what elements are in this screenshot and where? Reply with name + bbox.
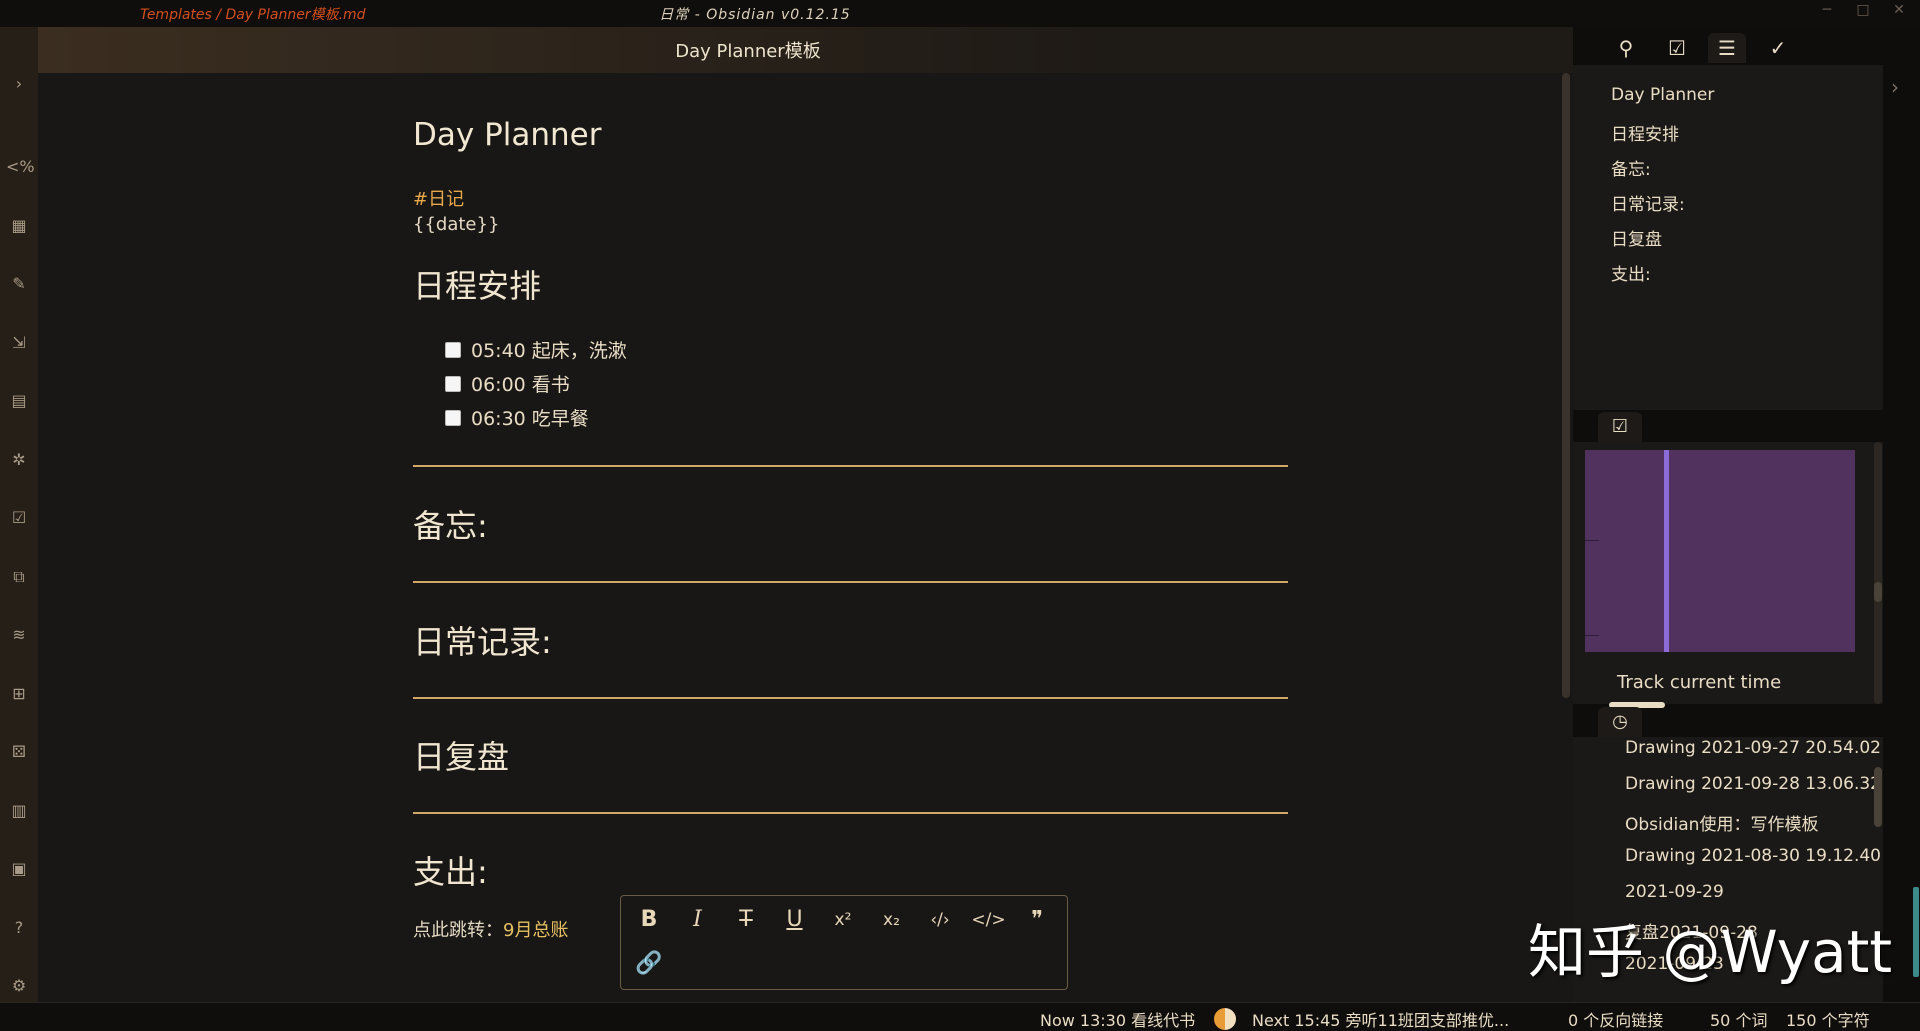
dice-icon[interactable]: ⚄ (6, 739, 32, 765)
bold-button[interactable]: B (629, 902, 669, 938)
divider (413, 581, 1288, 583)
help-icon[interactable]: ? (6, 915, 32, 941)
now-task[interactable]: Now 13:30 看线代书 (1040, 1007, 1195, 1031)
right-sidebar: ⚲ ☑ ☰ ✓ Day Planner 日程安排 备忘: 日常记录: 日复盘 支… (1573, 27, 1920, 1002)
heading-review: 日复盘 (413, 738, 510, 776)
task-item[interactable]: 06:30 吃早餐 (445, 404, 589, 431)
graph-icon[interactable]: ✲ (6, 447, 32, 473)
close-button[interactable]: ✕ (1884, 2, 1914, 18)
link-button[interactable]: 🔗 (629, 946, 669, 982)
image-icon[interactable]: ▣ (6, 856, 32, 882)
task-checkbox[interactable] (445, 342, 461, 358)
next-task[interactable]: Next 15:45 旁听11班团支部推优... (1252, 1007, 1509, 1031)
task-item[interactable]: 05:40 起床，洗漱 (445, 336, 627, 363)
calendar-check-icon[interactable]: ☑ (6, 505, 32, 531)
task-item[interactable]: 06:00 看书 (445, 370, 570, 397)
copy-icon[interactable]: ⧉ (6, 564, 32, 590)
editor-header: Day Planner模板 (38, 27, 1573, 73)
heading-schedule: 日程安排 (413, 267, 542, 305)
tag-search-icon[interactable]: ⚲ (1607, 33, 1645, 63)
heading-daily-log: 日常记录: (413, 623, 552, 661)
settings-icon[interactable]: ⚙ (6, 973, 32, 999)
progress-pie-icon (1214, 1008, 1236, 1030)
tasks-check-icon[interactable]: ✓ (1759, 33, 1797, 63)
current-time-line (1664, 450, 1669, 652)
editor-scrollbar[interactable] (1562, 73, 1570, 698)
day-planner-calendar-icon[interactable]: ☑ (1598, 412, 1642, 442)
templater-icon[interactable]: <% (6, 154, 35, 180)
divider (413, 812, 1288, 814)
subscript-button[interactable]: x₂ (872, 902, 912, 938)
code-block-button[interactable]: </> (969, 902, 1009, 938)
timeline-tick (1585, 635, 1599, 636)
watermark: 知乎 @Wyatt (1528, 918, 1893, 986)
divider (413, 697, 1288, 699)
calendar-icon[interactable]: ☑ (1658, 33, 1696, 63)
minimize-button[interactable]: ─ (1812, 2, 1842, 18)
expand-sidebar-icon[interactable]: › (6, 71, 32, 97)
window-title: 日常 - Obsidian v0.12.15 (659, 7, 851, 23)
edge-indicator (1913, 887, 1919, 977)
jump-line: 点此跳转：9月总账 (413, 920, 569, 941)
task-checkbox[interactable] (445, 410, 461, 426)
task-checkbox[interactable] (445, 376, 461, 392)
timeline-scrollbar[interactable] (1874, 442, 1882, 704)
char-count: 150 个字符 (1786, 1011, 1870, 1030)
note-icon[interactable]: ▤ (6, 388, 32, 414)
recent-file-item[interactable]: Drawing 2021-09-28 13.06.32 (1625, 774, 1881, 794)
backlinks-count[interactable]: 0 个反向链接 (1568, 1007, 1663, 1031)
outline-item[interactable]: 备忘: (1611, 155, 1651, 180)
divider (413, 465, 1288, 467)
left-ribbon: › <% ▦ ✎ ⇲ ▤ ✲ ☑ ⧉ ≋ ⊞ ⚄ ▥ ▣? ⚙ (0, 27, 38, 1002)
kanban-icon[interactable]: ▥ (6, 798, 32, 824)
right-sidebar-tabs: ⚲ ☑ ☰ ✓ (1573, 27, 1883, 65)
recent-file-item[interactable]: Obsidian使用：写作模板 (1625, 810, 1818, 835)
recent-files-clock-icon[interactable]: ◷ (1598, 707, 1642, 737)
underline-button[interactable]: U (775, 902, 815, 938)
open-arrow-icon[interactable]: ⇲ (6, 330, 32, 356)
track-current-time-label: Track current time (1617, 672, 1782, 693)
word-count: 50 个词 (1710, 1011, 1768, 1030)
editor-pane[interactable]: Day Planner #日记 {{date}} 日程安排 05:40 起床，洗… (38, 73, 1573, 1002)
note-title: Day Planner模板 (675, 41, 821, 62)
date-placeholder: {{date}} (413, 214, 500, 235)
stack-icon[interactable]: ≋ (6, 622, 32, 648)
window-titlebar: Templates / Day Planner模板.md 日常 - Obsidi… (0, 0, 1920, 27)
timeline-tick (1585, 540, 1599, 541)
format-toolbar: B I T Ux² x₂ ‹/› </> ❞ 🔗 (620, 895, 1068, 990)
superscript-button[interactable]: x² (823, 902, 863, 938)
status-bar: Now 13:30 看线代书 Next 15:45 旁听11班团支部推优... … (0, 1002, 1920, 1031)
table-icon[interactable]: ▦ (6, 213, 32, 239)
collapse-right-sidebar-icon[interactable]: › (1891, 75, 1899, 99)
heading-day-planner: Day Planner (413, 117, 602, 153)
tag-link[interactable]: #日记 (413, 185, 464, 211)
quote-button[interactable]: ❞ (1017, 902, 1057, 938)
blocks-icon[interactable]: ⊞ (6, 681, 32, 707)
recent-file-item[interactable]: Drawing 2021-08-30 19.12.40 (1625, 846, 1881, 866)
inline-code-button[interactable]: ‹/› (920, 902, 960, 938)
timeline (1585, 450, 1855, 652)
outline-item[interactable]: 日程安排 (1611, 120, 1679, 145)
recent-file-item[interactable]: 2021-09-29 (1625, 882, 1724, 902)
pen-icon[interactable]: ✎ (6, 271, 32, 297)
italic-button[interactable]: I (678, 902, 718, 938)
strikethrough-button[interactable]: T (726, 902, 766, 938)
maximize-button[interactable]: □ (1848, 2, 1878, 18)
ledger-link[interactable]: 9月总账 (503, 920, 568, 941)
day-planner-timeline-panel: Track current time (1573, 442, 1883, 708)
outline-item[interactable]: 日复盘 (1611, 225, 1662, 250)
heading-expense: 支出: (413, 853, 488, 891)
outline-item[interactable]: Day Planner (1611, 85, 1714, 105)
outline-item[interactable]: 支出: (1611, 260, 1651, 285)
heading-memo: 备忘: (413, 507, 488, 545)
outline-icon[interactable]: ☰ (1708, 33, 1746, 63)
outline-item[interactable]: 日常记录: (1611, 190, 1685, 215)
recent-file-item[interactable]: Drawing 2021-09-27 20.54.02 (1625, 738, 1881, 758)
outline-panel: Day Planner 日程安排 备忘: 日常记录: 日复盘 支出: (1573, 65, 1883, 410)
recent-files-scrollbar[interactable] (1874, 767, 1882, 827)
